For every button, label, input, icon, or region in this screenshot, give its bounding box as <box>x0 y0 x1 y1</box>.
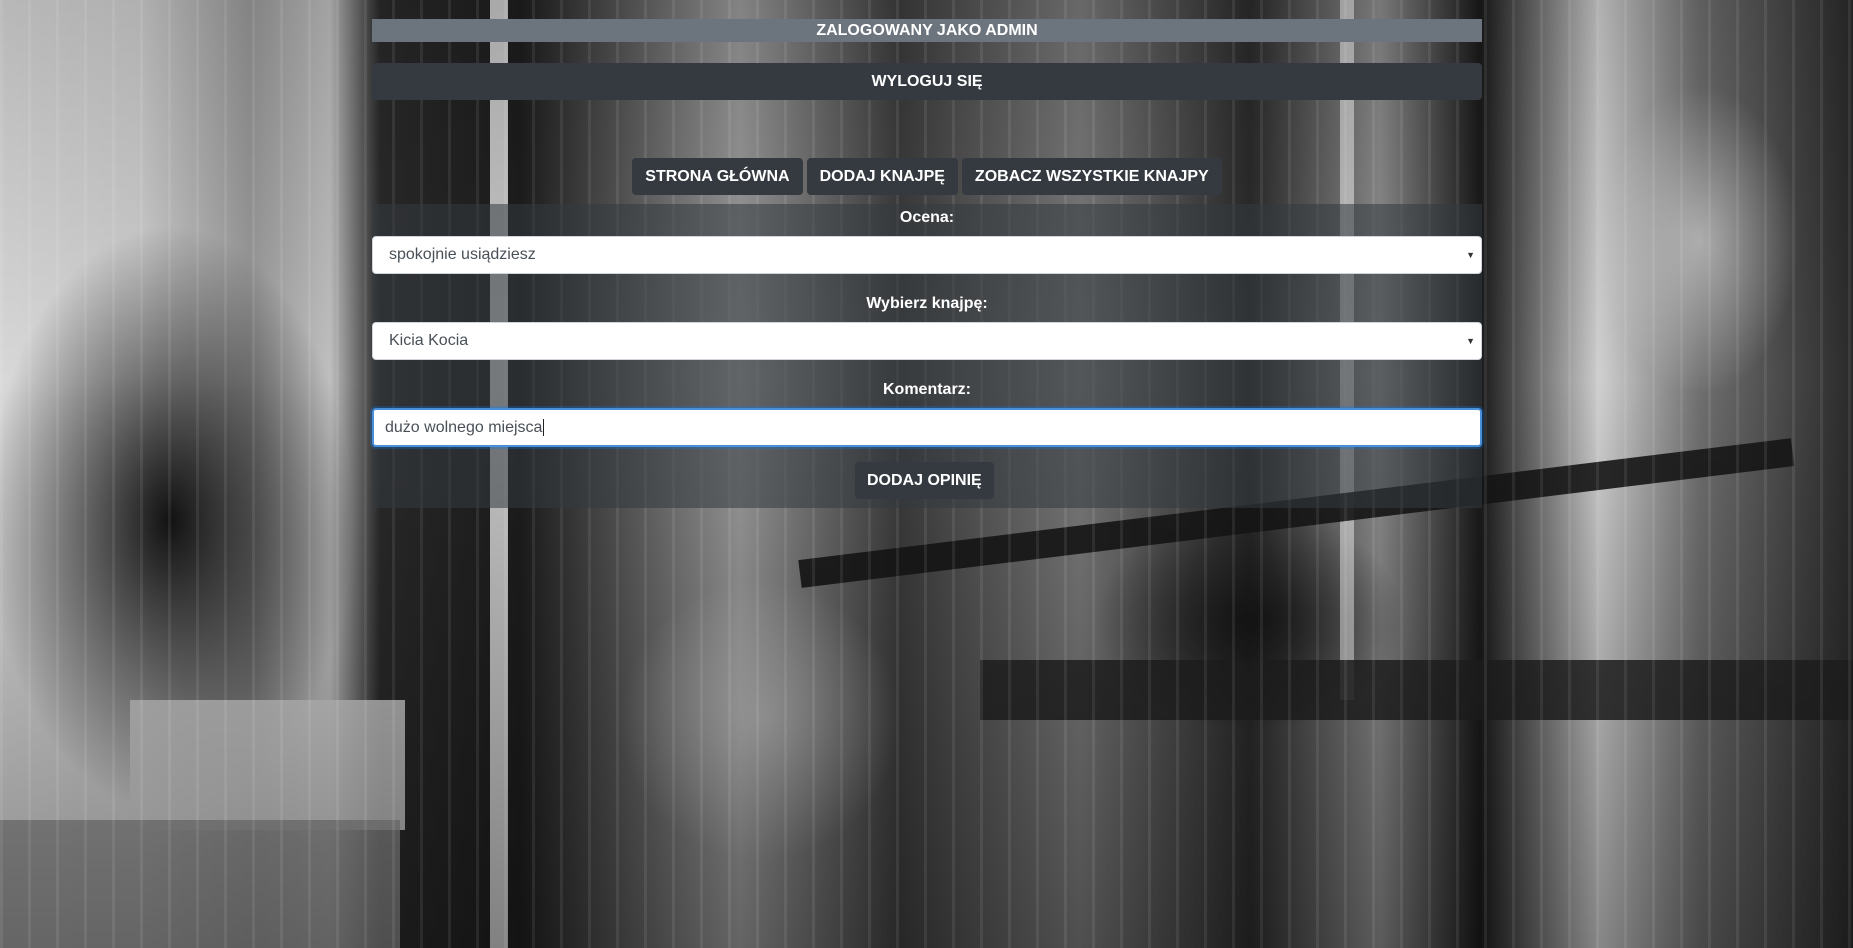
add-review-button[interactable]: DODAJ OPINIĘ <box>855 462 994 499</box>
venue-label: Wybierz knajpę: <box>866 295 988 312</box>
logout-button[interactable]: WYLOGUJ SIĘ <box>372 63 1482 100</box>
dropdown-caret-icon: ▼ <box>1466 250 1475 260</box>
comment-label: Komentarz: <box>882 381 971 398</box>
comment-input[interactable]: dużo wolnego miejsca <box>372 408 1482 447</box>
rating-label: Ocena: <box>899 209 955 226</box>
comment-input-value: dużo wolnego miejsca <box>385 419 543 436</box>
venue-select-value: Kicia Kocia <box>389 332 469 349</box>
rating-select[interactable]: spokojnie usiądziesz ▼ <box>372 236 1482 274</box>
main-nav: STRONA GŁÓWNA DODAJ KNAJPĘ ZOBACZ WSZYST… <box>372 158 1482 195</box>
dropdown-caret-icon: ▼ <box>1466 336 1475 346</box>
nav-add-venue-button[interactable]: DODAJ KNAJPĘ <box>806 158 958 195</box>
nav-home-button[interactable]: STRONA GŁÓWNA <box>632 158 803 195</box>
rating-select-value: spokojnie usiądziesz <box>389 246 536 263</box>
venue-select[interactable]: Kicia Kocia ▼ <box>372 322 1482 360</box>
text-cursor <box>543 419 545 437</box>
nav-all-venues-button[interactable]: ZOBACZ WSZYSTKIE KNAJPY <box>961 158 1222 195</box>
logged-in-status-bar: ZALOGOWANY JAKO ADMIN <box>372 19 1482 42</box>
